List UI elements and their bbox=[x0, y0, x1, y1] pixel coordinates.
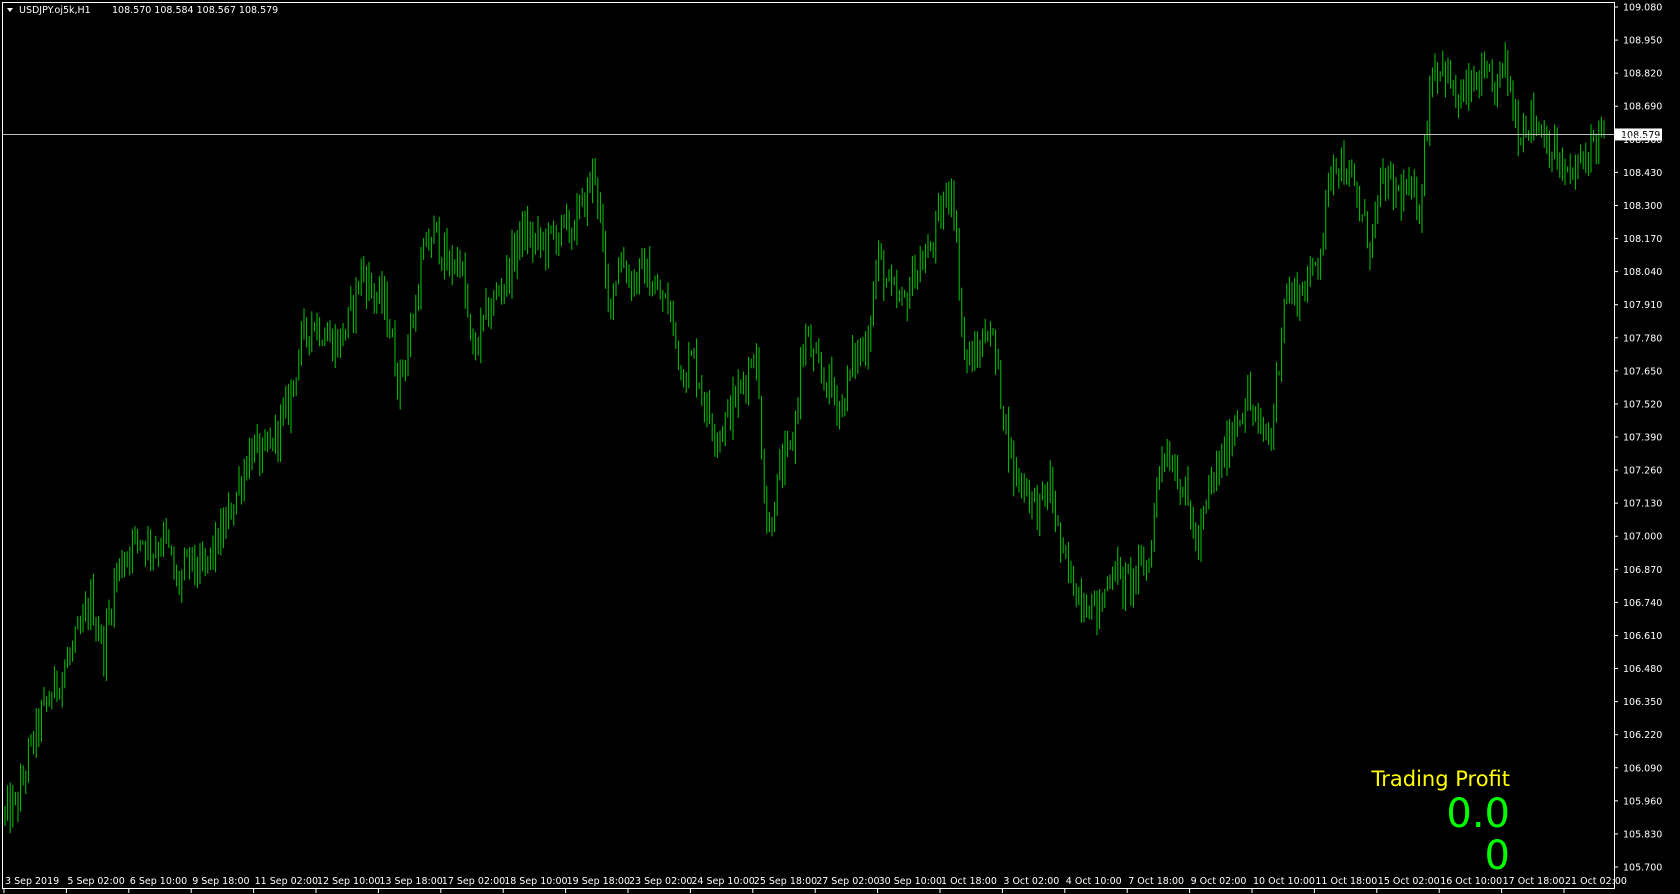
price-tick-label: 108.820 bbox=[1623, 69, 1662, 80]
time-tick-label: 9 Sep 18:00 bbox=[192, 876, 249, 887]
time-tick-label: 13 Sep 18:00 bbox=[379, 876, 442, 887]
time-tick-label: 11 Sep 02:00 bbox=[255, 876, 318, 887]
price-tick-label: 107.390 bbox=[1623, 433, 1662, 444]
time-tick-label: 3 Sep 2019 bbox=[5, 876, 59, 887]
time-tick-label: 25 Sep 18:00 bbox=[754, 876, 817, 887]
price-tick-label: 105.830 bbox=[1623, 829, 1662, 840]
price-tick-label: 106.350 bbox=[1623, 697, 1662, 708]
price-tick-label: 108.040 bbox=[1623, 267, 1662, 278]
chart-window[interactable]: USDJPY.oj5k,H1 108.570 108.584 108.567 1… bbox=[0, 0, 1680, 894]
triangle-down-icon[interactable] bbox=[7, 8, 13, 12]
time-tick-label: 7 Oct 18:00 bbox=[1128, 876, 1184, 887]
price-tick-label: 109.080 bbox=[1623, 3, 1662, 14]
time-tick-label: 3 Oct 02:00 bbox=[1003, 876, 1059, 887]
time-tick-label: 23 Sep 02:00 bbox=[629, 876, 692, 887]
time-tick-label: 11 Oct 18:00 bbox=[1315, 876, 1377, 887]
price-tick-label: 107.000 bbox=[1623, 532, 1662, 543]
time-tick-label: 27 Sep 02:00 bbox=[816, 876, 879, 887]
price-tick-label: 106.870 bbox=[1623, 565, 1662, 576]
price-tick-label: 108.690 bbox=[1623, 102, 1662, 113]
time-tick-label: 9 Oct 02:00 bbox=[1191, 876, 1247, 887]
price-tick-label: 108.560 bbox=[1623, 135, 1662, 146]
trading-profit-count: 0 bbox=[1484, 833, 1510, 879]
time-tick-label: 4 Oct 10:00 bbox=[1066, 876, 1122, 887]
plot-frame bbox=[2, 2, 1615, 889]
time-tick-label: 15 Oct 02:00 bbox=[1378, 876, 1440, 887]
price-tick-label: 106.610 bbox=[1623, 631, 1662, 642]
price-tick-label: 106.480 bbox=[1623, 664, 1662, 675]
time-tick-label: 5 Sep 02:00 bbox=[67, 876, 124, 887]
price-tick-label: 107.650 bbox=[1623, 366, 1662, 377]
price-tick-label: 107.520 bbox=[1623, 399, 1662, 410]
price-tick-label: 107.260 bbox=[1623, 466, 1662, 477]
price-tick-label: 107.910 bbox=[1623, 300, 1662, 311]
price-tick-label: 107.130 bbox=[1623, 499, 1662, 510]
time-axis[interactable]: 3 Sep 2019 5 Sep 02:00 6 Sep 10:00 9 Sep 18… bbox=[3, 876, 1627, 893]
trading-profit-value: 0.0 bbox=[1446, 791, 1510, 837]
bid-line-group: 108.579 bbox=[3, 128, 1662, 141]
price-tick-label: 105.960 bbox=[1623, 796, 1662, 807]
price-tick-label: 106.090 bbox=[1623, 763, 1662, 774]
price-tick-label: 108.170 bbox=[1623, 234, 1662, 245]
time-tick-label: 21 Oct 02:00 bbox=[1565, 876, 1627, 887]
price-tick-label: 106.740 bbox=[1623, 598, 1662, 609]
time-tick-label: 17 Sep 02:00 bbox=[442, 876, 505, 887]
time-tick-label: 1 Oct 18:00 bbox=[941, 876, 997, 887]
time-tick-label: 24 Sep 10:00 bbox=[691, 876, 754, 887]
time-tick-label: 17 Oct 18:00 bbox=[1503, 876, 1565, 887]
time-tick-label: 10 Oct 10:00 bbox=[1253, 876, 1315, 887]
price-tick-label: 106.220 bbox=[1623, 730, 1662, 741]
time-tick-label: 18 Sep 10:00 bbox=[504, 876, 567, 887]
price-chart[interactable]: USDJPY.oj5k,H1 108.570 108.584 108.567 1… bbox=[0, 0, 1680, 894]
time-tick-label: 12 Sep 10:00 bbox=[317, 876, 380, 887]
price-tick-label: 108.950 bbox=[1623, 36, 1662, 47]
price-tick-label: 107.780 bbox=[1623, 333, 1662, 344]
ohlc-values: 108.570 108.584 108.567 108.579 bbox=[112, 5, 278, 16]
symbol-label: USDJPY.oj5k,H1 bbox=[19, 5, 91, 16]
price-tick-label: 108.300 bbox=[1623, 201, 1662, 212]
candles bbox=[4, 42, 1605, 834]
time-tick-label: 19 Sep 18:00 bbox=[567, 876, 630, 887]
time-tick-label: 30 Sep 10:00 bbox=[879, 876, 942, 887]
price-tick-label: 105.700 bbox=[1623, 863, 1662, 874]
time-tick-label: 6 Sep 10:00 bbox=[130, 876, 187, 887]
price-tick-label: 108.430 bbox=[1623, 168, 1662, 179]
trading-profit-label: Trading Profit bbox=[1371, 767, 1511, 791]
